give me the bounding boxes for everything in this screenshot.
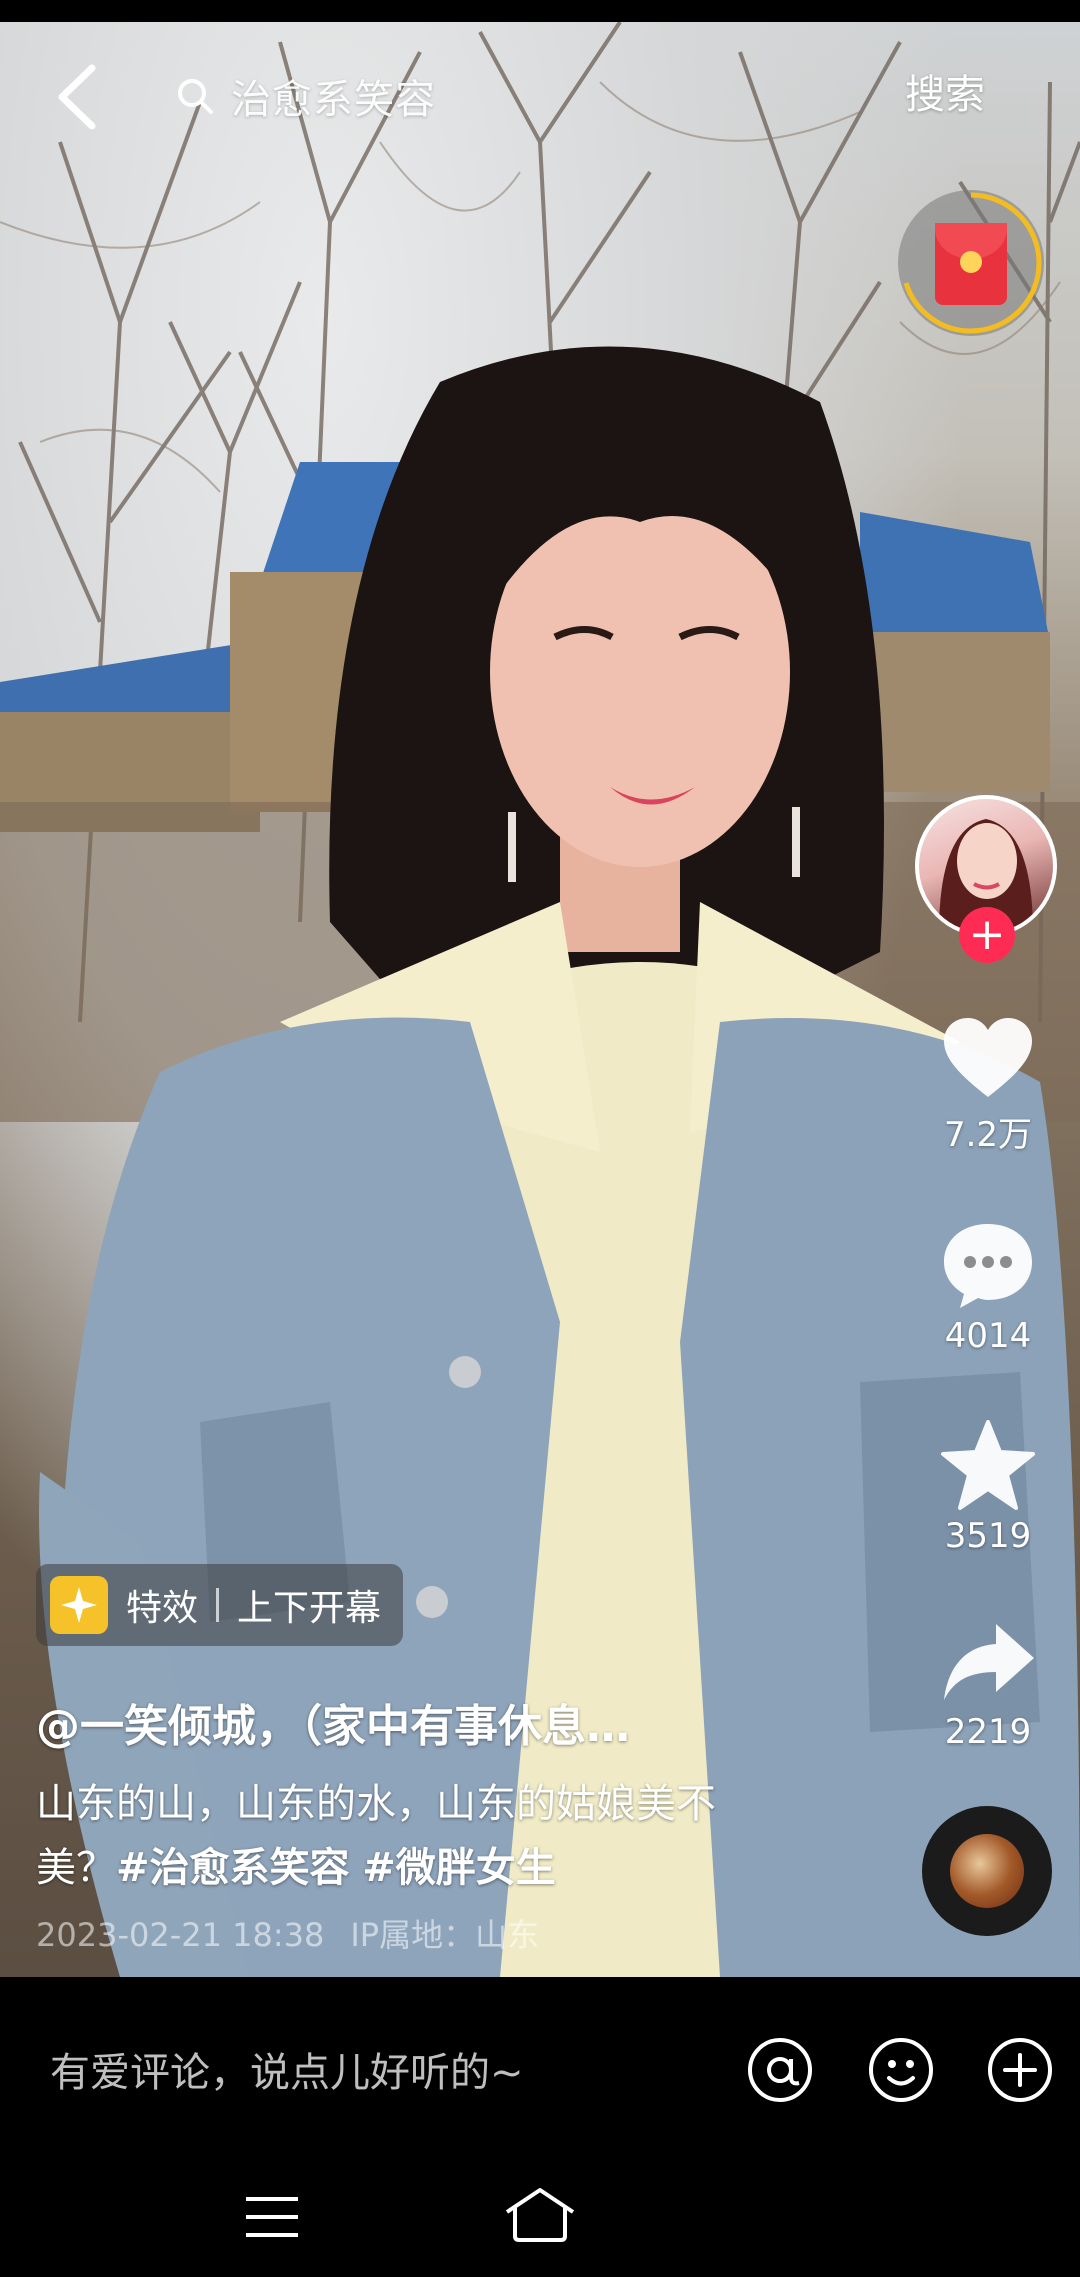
comment-button[interactable]: 4014: [920, 1220, 1056, 1356]
comment-icon: [944, 1224, 1032, 1308]
plus-icon[interactable]: [985, 2035, 1055, 2105]
share-button[interactable]: 2219: [920, 1620, 1056, 1752]
comment-input[interactable]: 有爱评论，说点儿好听的~: [50, 2040, 524, 2098]
effect-chip[interactable]: 特效 上下开幕: [36, 1564, 404, 1646]
search-query: 治愈系笑容: [231, 77, 436, 123]
search-bar[interactable]: 治愈系笑容: [175, 58, 875, 134]
at-icon[interactable]: [745, 2035, 815, 2105]
description-line-1: 山东的山，山东的水，山东的姑娘美不: [36, 1781, 716, 1827]
home-icon[interactable]: [503, 2186, 577, 2244]
music-disc[interactable]: [922, 1806, 1052, 1936]
description-line-2: 美？#治愈系笑容 #微胖女生: [36, 1836, 826, 1900]
favorite-button[interactable]: 3519: [920, 1420, 1056, 1556]
music-cover: [950, 1834, 1024, 1908]
search-icon: [178, 79, 213, 114]
description-text: 美？: [36, 1845, 116, 1891]
author-name[interactable]: @一笑倾城，（家中有事休息…: [36, 1690, 630, 1754]
search-button[interactable]: 搜索: [905, 62, 985, 120]
hashtag-chubby-girl[interactable]: #微胖女生: [362, 1845, 556, 1891]
like-count: 7.2万: [943, 1115, 1033, 1155]
heart-icon: [944, 1018, 1032, 1097]
share-icon: [944, 1624, 1034, 1700]
menu-icon[interactable]: [244, 2195, 300, 2239]
comment-count: 4014: [944, 1316, 1032, 1356]
back-icon[interactable]: [52, 62, 102, 132]
post-date: 2023-02-21 18:38: [36, 1916, 325, 1954]
favorite-count: 3519: [944, 1516, 1032, 1556]
star-icon: [941, 1420, 1035, 1510]
red-envelope-icon: [935, 223, 1007, 305]
red-packet-icon[interactable]: [898, 190, 1044, 336]
like-button[interactable]: 7.2万: [920, 1015, 1056, 1156]
post-meta: 2023-02-21 18:38 IP属地：山东: [36, 1910, 539, 1956]
effect-name: 上下开幕: [237, 1588, 382, 1629]
status-bar: [0, 0, 1080, 22]
share-count: 2219: [944, 1712, 1032, 1752]
emoji-icon[interactable]: [866, 2035, 936, 2105]
follow-button[interactable]: +: [959, 907, 1015, 963]
effect-divider: [216, 1588, 220, 1622]
effect-label: 特效: [126, 1588, 199, 1629]
video-description: 山东的山，山东的水，山东的姑娘美不 美？#治愈系笑容 #微胖女生: [36, 1772, 826, 1900]
sparkle-icon: [50, 1576, 108, 1634]
ip-location: IP属地：山东: [350, 1916, 540, 1954]
hashtag-healing-smile[interactable]: #治愈系笑容: [116, 1845, 350, 1891]
